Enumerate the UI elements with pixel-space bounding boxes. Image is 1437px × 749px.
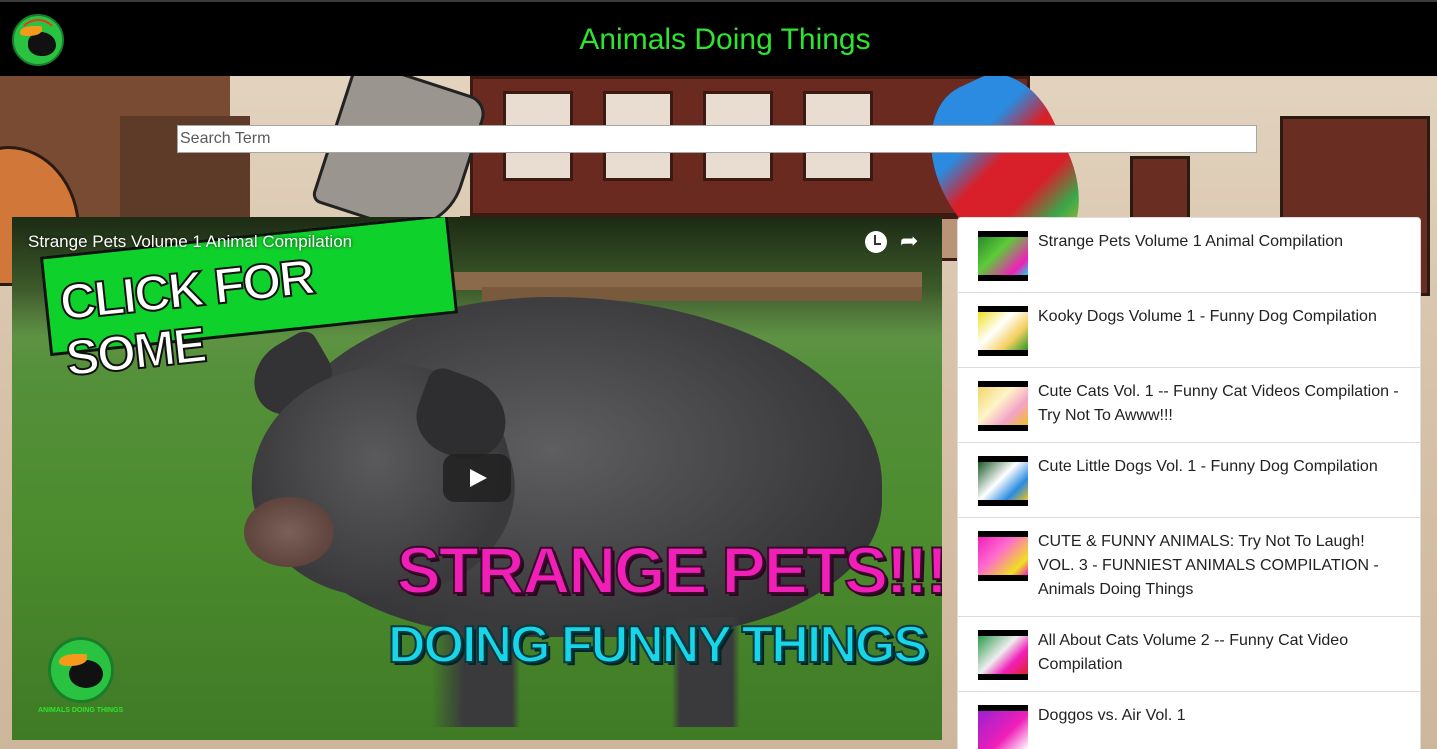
- video-list-item[interactable]: CUTE & FUNNY ANIMALS: Try Not To Laugh! …: [958, 518, 1420, 617]
- video-list-item[interactable]: Doggos vs. Air Vol. 1: [958, 692, 1420, 749]
- video-thumbnail[interactable]: [978, 231, 1028, 281]
- thumbnail-subhead: DOING FUNNY THINGS: [387, 615, 929, 675]
- thumbnail-headline: STRANGE PETS!!!: [396, 533, 942, 607]
- video-player[interactable]: CLICK FOR SOME Strange Pets Volume 1 Ani…: [12, 217, 942, 740]
- video-thumbnail[interactable]: [978, 705, 1028, 749]
- watermark-text: ANIMALS DOING THINGS: [38, 707, 124, 714]
- site-title: Animals Doing Things: [579, 23, 871, 56]
- video-list-item-title: Cute Cats Vol. 1 -- Funny Cat Videos Com…: [1038, 383, 1399, 424]
- video-list-item-title: Kooky Dogs Volume 1 - Funny Dog Compilat…: [1038, 308, 1377, 325]
- video-thumbnail[interactable]: [978, 630, 1028, 680]
- video-list-item[interactable]: Cute Little Dogs Vol. 1 - Funny Dog Comp…: [958, 443, 1420, 518]
- video-list-item-title: CUTE & FUNNY ANIMALS: Try Not To Laugh! …: [1038, 533, 1379, 598]
- channel-watermark-icon: [48, 637, 114, 703]
- video-thumbnail[interactable]: [978, 381, 1028, 431]
- video-list-item-title: Cute Little Dogs Vol. 1 - Funny Dog Comp…: [1038, 458, 1378, 475]
- search-input[interactable]: [177, 125, 1257, 153]
- video-list-item[interactable]: Cute Cats Vol. 1 -- Funny Cat Videos Com…: [958, 368, 1420, 443]
- video-list-item-title: All About Cats Volume 2 -- Funny Cat Vid…: [1038, 632, 1349, 673]
- video-list-item[interactable]: Kooky Dogs Volume 1 - Funny Dog Compilat…: [958, 293, 1420, 368]
- video-thumbnail[interactable]: [978, 456, 1028, 506]
- watch-later-icon[interactable]: [865, 231, 887, 253]
- top-nav-bar: Animals Doing Things: [0, 0, 1437, 76]
- video-thumbnail[interactable]: [978, 306, 1028, 356]
- pig-snout: [244, 497, 334, 567]
- video-list-item-title: Strange Pets Volume 1 Animal Compilation: [1038, 233, 1344, 250]
- video-list-item[interactable]: All About Cats Volume 2 -- Funny Cat Vid…: [958, 617, 1420, 692]
- video-list-item[interactable]: Strange Pets Volume 1 Animal Compilation: [958, 218, 1420, 293]
- share-icon[interactable]: ➦: [900, 229, 918, 253]
- video-list-item-title: Doggos vs. Air Vol. 1: [1038, 707, 1186, 724]
- video-list: Strange Pets Volume 1 Animal Compilation…: [957, 217, 1421, 749]
- play-icon[interactable]: [443, 454, 511, 502]
- video-title[interactable]: Strange Pets Volume 1 Animal Compilation: [28, 232, 352, 252]
- video-thumbnail[interactable]: [978, 531, 1028, 581]
